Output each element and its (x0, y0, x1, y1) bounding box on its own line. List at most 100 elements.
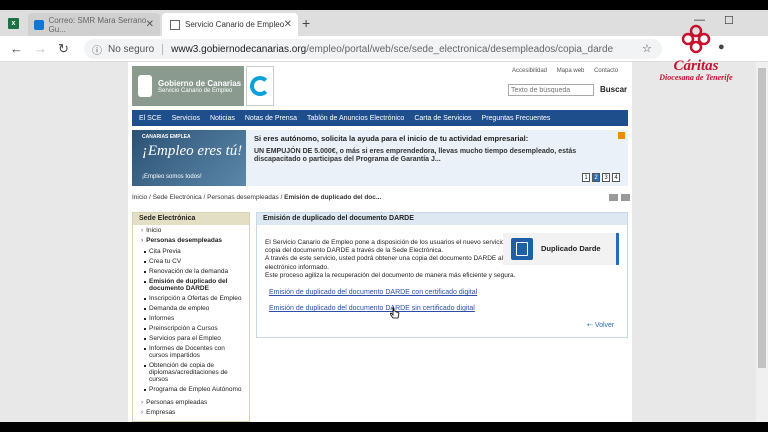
mouse-cursor-icon (390, 307, 400, 319)
sidebar: Sede Electrónica Inicio Personas desempl… (132, 212, 250, 422)
sidebar-sub-informes-docentes[interactable]: Informes de Docentes con cursos impartid… (133, 345, 249, 359)
caritas-name: Cáritas (673, 58, 719, 74)
banner-image[interactable]: CANARIAS EMPLEA ¡Empleo eres tú! ¡Empleo… (132, 130, 246, 186)
close-icon[interactable]: ✕ (146, 19, 154, 30)
sidebar-item-desempleadas[interactable]: Personas desempleadas (133, 237, 249, 245)
caritas-subtitle: Diocesana de Tenerife (659, 73, 733, 82)
sidebar-sub-renovacion[interactable]: Renovación de la demanda (133, 268, 249, 275)
caritas-cross-icon (681, 24, 711, 54)
breadcrumb: Inicio / Sede Electrónica / Personas des… (132, 194, 382, 201)
banner-img-sub: ¡Empleo somos todos! (142, 174, 202, 180)
rss-icon[interactable] (618, 132, 625, 139)
link-contacto[interactable]: Contacto (594, 68, 618, 74)
sidebar-item-empresas[interactable]: Empresas (133, 409, 249, 417)
scroll-thumb[interactable] (758, 68, 766, 368)
sidebar-item-empleadas[interactable]: Personas empleadas (133, 399, 249, 407)
sidebar-sub-ofertas[interactable]: Inscripción a Ofertas de Empleo (133, 295, 249, 302)
browser-window: x Correo: SMR Mara Serrano Gu... ✕ Servi… (0, 10, 768, 422)
outlook-icon (34, 19, 44, 30)
crest-icon (138, 75, 152, 97)
print-icon[interactable] (609, 194, 618, 201)
excel-icon[interactable]: x (8, 18, 19, 29)
page-viewport: Gobierno de Canarias Servicio Canario de… (0, 62, 768, 422)
banner-img-headline: ¡Empleo eres tú! (142, 143, 243, 159)
breadcrumb-desempleadas[interactable]: Personas desempleadas (207, 194, 279, 201)
main-menu: El SCE Servicios Noticias Notas de Prens… (132, 110, 628, 126)
page-scrollbar[interactable] (756, 62, 768, 422)
search-input[interactable] (508, 84, 594, 96)
menu-preguntas[interactable]: Preguntas Frecuentes (482, 115, 551, 122)
panel-para-1: El Servicio Canario de Empleo pone a dis… (265, 239, 514, 255)
share-icon[interactable] (621, 194, 630, 201)
sidebar-sub-crea-cv[interactable]: Crea tu CV (133, 258, 249, 265)
banner-page-1[interactable]: 1 (582, 173, 590, 182)
reload-icon[interactable]: ↻ (58, 41, 69, 57)
menu-servicios[interactable]: Servicios (172, 115, 200, 122)
breadcrumb-inicio[interactable]: Inicio (132, 194, 147, 201)
sidebar-sub-servicios[interactable]: Servicios para el Empleo (133, 335, 249, 342)
tab-label: Correo: SMR Mara Serrano Gu... (48, 15, 147, 34)
url-host: www3.gobiernodecanarias.org (171, 43, 307, 55)
search-button[interactable]: Buscar (600, 85, 627, 94)
news-banner: CANARIAS EMPLEA ¡Empleo eres tú! ¡Empleo… (132, 130, 628, 186)
gob-title: Gobierno de Canarias (158, 78, 242, 88)
banner-img-top: CANARIAS EMPLEA (142, 134, 191, 140)
tab-sce[interactable]: Servicio Canario de Empleo ✕ (162, 13, 298, 36)
sidebar-sub-duplicado-darde[interactable]: Emisión de duplicado del documento DARDE (133, 278, 249, 292)
page-tools (606, 194, 630, 201)
sidebar-sub-empleo-autonomo[interactable]: Programa de Empleo Autónomo (133, 386, 249, 393)
top-links: Accesibilidad Mapa web Contacto (504, 68, 618, 74)
back-link[interactable]: ⇠ Volver (587, 321, 614, 329)
link-con-certificado[interactable]: Emisión de duplicado del documento DARDE… (269, 289, 477, 296)
darde-card[interactable]: Duplicado Darde (503, 233, 619, 265)
back-link-label: Volver (594, 322, 615, 329)
panel-para-3: Este proceso agiliza la recuperación del… (265, 271, 516, 279)
link-sin-certificado[interactable]: Emisión de duplicado del documento DARDE… (269, 305, 475, 312)
new-tab-icon[interactable]: + (302, 15, 310, 31)
sidebar-sub-diplomas[interactable]: Obtención de copia de diplomas/acreditac… (133, 362, 249, 383)
sidebar-title: Sede Electrónica (133, 213, 249, 225)
menu-el-sce[interactable]: El SCE (139, 115, 162, 122)
menu-tablon[interactable]: Tablón de Anuncios Electrónico (307, 115, 404, 122)
sidebar-sub-informes[interactable]: Informes (133, 315, 249, 322)
banner-page-4[interactable]: 4 (612, 173, 620, 182)
url-path: /empleo/portal/web/sce/sede_electronica/… (306, 43, 614, 55)
link-accesibilidad[interactable]: Accesibilidad (512, 68, 547, 74)
menu-notas-prensa[interactable]: Notas de Prensa (245, 115, 297, 122)
forward-icon[interactable]: → (34, 41, 47, 56)
breadcrumb-sede[interactable]: Sede Electrónica (153, 194, 202, 201)
page-icon (170, 19, 180, 30)
main-panel: Emisión de duplicado del documento DARDE… (256, 212, 628, 338)
document-icon (511, 238, 533, 260)
banner-page-2[interactable]: 2 (592, 173, 600, 182)
banner-title[interactable]: Si eres autónomo, solicita la ayuda para… (254, 134, 614, 143)
darde-card-label: Duplicado Darde (541, 244, 601, 253)
page-content: Gobierno de Canarias Servicio Canario de… (128, 62, 632, 422)
panel-title: Emisión de duplicado del documento DARDE (257, 213, 627, 225)
sidebar-sub-demanda[interactable]: Demanda de empleo (133, 305, 249, 312)
banner-pagination: 1 2 3 4 (580, 173, 620, 182)
back-icon[interactable]: ← (10, 41, 23, 56)
menu-noticias[interactable]: Noticias (210, 115, 235, 122)
sidebar-sub-cita-previa[interactable]: Cita Previa (133, 248, 249, 255)
sidebar-sub-preinscripcion[interactable]: Preinscripción a Cursos (133, 325, 249, 332)
banner-page-3[interactable]: 3 (602, 173, 610, 182)
gob-logo-text: Gobierno de Canarias Servicio Canario de… (158, 79, 241, 94)
tab-label: Servicio Canario de Empleo (185, 20, 285, 29)
breadcrumb-current: Emisión de duplicado del doc... (284, 194, 382, 201)
banner-description: UN EMPUJÓN DE 5.000€, o más si eres empr… (254, 148, 577, 163)
panel-para-2: A través de este servicio, usted podrá o… (265, 255, 524, 271)
sce-c-icon (250, 76, 270, 96)
url-field[interactable]: ⓘ No seguro www3.gobiernodecanarias.org /… (84, 39, 662, 59)
link-mapa-web[interactable]: Mapa web (557, 68, 585, 74)
back-arrow-icon: ⇠ (587, 322, 595, 329)
close-icon[interactable]: ✕ (284, 19, 292, 30)
gob-subtitle: Servicio Canario de Empleo (158, 87, 233, 94)
menu-carta-servicios[interactable]: Carta de Servicios (414, 115, 471, 122)
sidebar-item-inicio[interactable]: Inicio (133, 227, 249, 235)
info-icon[interactable]: ⓘ (92, 42, 102, 57)
gobierno-logo[interactable]: Gobierno de Canarias Servicio Canario de… (132, 66, 244, 106)
sce-logo[interactable] (246, 66, 274, 106)
tab-correo[interactable]: Correo: SMR Mara Serrano Gu... ✕ (28, 13, 160, 36)
caritas-logo: Cáritas Diocesana de Tenerife (648, 24, 744, 82)
